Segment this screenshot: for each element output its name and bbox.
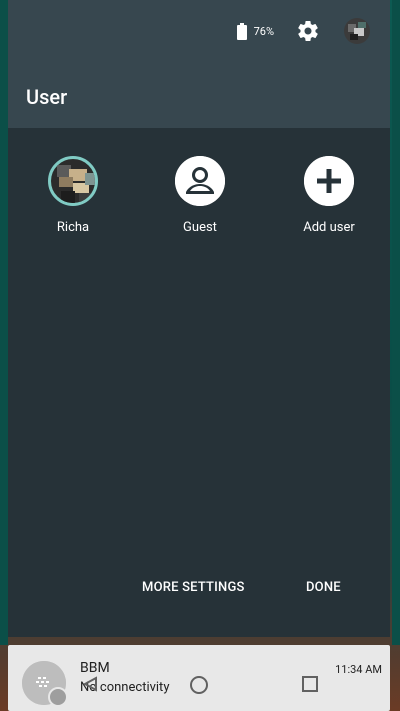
bbm-icon: [22, 661, 68, 707]
notification-time: 11:34 AM: [335, 663, 382, 676]
current-user-avatar[interactable]: [344, 18, 370, 44]
battery-indicator[interactable]: 76%: [236, 22, 274, 40]
more-settings-button[interactable]: MORE SETTINGS: [142, 580, 245, 595]
quick-settings-panel: 76% User Richa Guest Add user MORE SETTI…: [8, 0, 390, 637]
wallpaper-right-edge: [392, 0, 400, 645]
panel-title: User: [26, 85, 68, 109]
account-circle-icon: [175, 156, 225, 206]
user-tile-add[interactable]: Add user: [274, 156, 384, 235]
status-row: 76%: [236, 18, 370, 44]
battery-icon: [236, 22, 247, 40]
add-user-label: Add user: [303, 220, 355, 235]
user-tile-guest[interactable]: Guest: [145, 156, 255, 235]
back-icon[interactable]: [82, 676, 98, 692]
battery-percent: 76%: [253, 24, 274, 38]
user-name-richa: Richa: [56, 220, 90, 235]
user-photo-avatar: [48, 156, 98, 206]
panel-header: 76% User: [8, 0, 390, 128]
home-icon[interactable]: [190, 676, 208, 694]
wallpaper-left-edge: [0, 0, 8, 645]
user-tile-richa[interactable]: Richa: [18, 156, 128, 235]
gear-icon[interactable]: [296, 19, 320, 43]
notification-title: BBM: [80, 660, 110, 676]
notification-badge: [48, 687, 68, 707]
add-circle-icon: [304, 156, 354, 206]
recents-icon[interactable]: [302, 676, 318, 692]
user-name-guest: Guest: [183, 220, 217, 235]
done-button[interactable]: DONE: [306, 580, 341, 595]
